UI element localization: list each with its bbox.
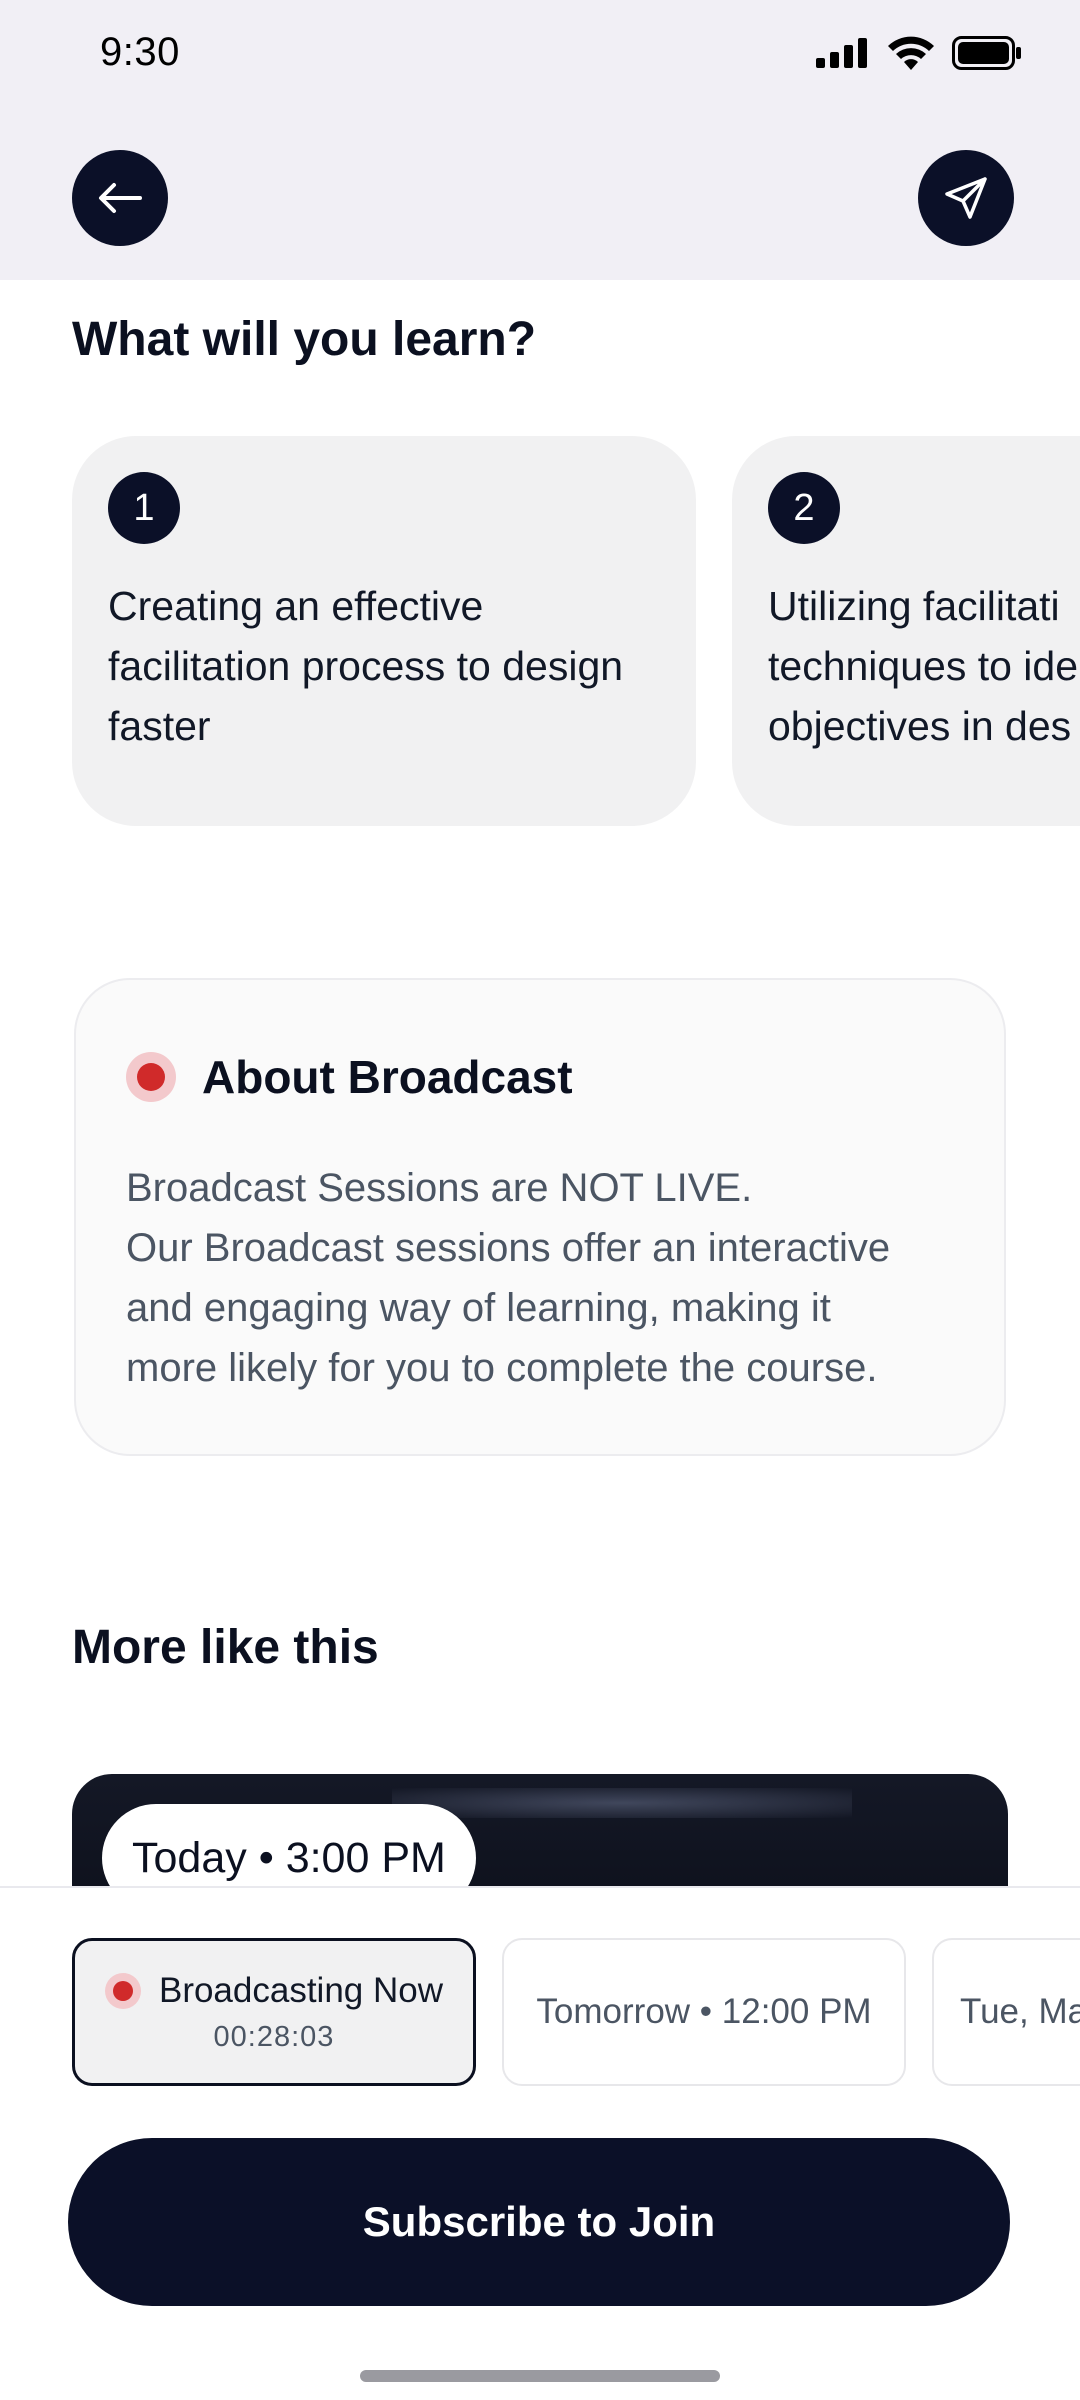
status-time: 9:30 xyxy=(100,30,180,74)
learn-card-line: Utilizing facilitati xyxy=(768,583,1060,629)
arrow-left-icon xyxy=(99,183,142,213)
send-icon xyxy=(945,177,987,219)
top-nav-bar xyxy=(0,110,1080,280)
about-line: and engaging way of learning, making it xyxy=(126,1286,831,1330)
about-line: Broadcast Sessions are NOT LIVE. xyxy=(126,1166,753,1210)
learn-card-number: 1 xyxy=(108,472,180,544)
live-indicator-icon xyxy=(104,1972,141,2009)
share-button[interactable] xyxy=(918,150,1014,246)
battery-icon xyxy=(952,36,1021,70)
status-icons xyxy=(816,36,1022,70)
learn-card: 2 Utilizing facilitati techniques to ide… xyxy=(732,436,1080,826)
learn-card-line: Creating an effective xyxy=(108,583,484,629)
about-broadcast-title: About Broadcast xyxy=(202,1051,573,1103)
subscribe-button[interactable]: Subscribe to Join xyxy=(68,2138,1010,2306)
learn-card-line: faster xyxy=(108,703,211,749)
schedule-chip-text: Broadcasting Now xyxy=(158,1970,444,2010)
home-indicator xyxy=(360,2370,720,2382)
wifi-icon xyxy=(888,36,934,70)
schedule-chip-timer: 00:28:03 xyxy=(213,2020,335,2053)
more-section-title: More like this xyxy=(72,1621,379,1674)
learn-section-title: What will you learn? xyxy=(72,313,537,366)
card-background-glow xyxy=(392,1788,852,1818)
schedule-chip-label: Broadcasting Now xyxy=(104,1970,444,2011)
learn-carousel[interactable]: 1 Creating an effective facilitation pro… xyxy=(72,436,1080,826)
about-broadcast-header: About Broadcast xyxy=(126,1050,573,1104)
schedule-selector[interactable]: Broadcasting Now 00:28:03 Tomorrow • 12:… xyxy=(72,1938,1080,2088)
schedule-chip-label: Tue, Ma xyxy=(960,1992,1080,2031)
about-broadcast-card: About Broadcast Broadcast Sessions are N… xyxy=(74,978,1006,1456)
schedule-chip-live[interactable]: Broadcasting Now 00:28:03 xyxy=(72,1938,476,2086)
live-indicator-icon xyxy=(126,1052,176,1102)
back-button[interactable] xyxy=(72,150,168,246)
learn-card-text: Creating an effective facilitation proce… xyxy=(108,576,660,756)
about-line: Our Broadcast sessions offer an interact… xyxy=(126,1226,891,1270)
schedule-chip-label: Tomorrow • 12:00 PM xyxy=(536,1992,872,2031)
about-line: more likely for you to complete the cour… xyxy=(126,1346,878,1390)
learn-card-line: objectives in des xyxy=(768,703,1072,749)
about-broadcast-description: Broadcast Sessions are NOT LIVE. Our Bro… xyxy=(126,1158,966,1398)
status-bar: 9:30 xyxy=(0,0,1080,110)
learn-card-text: Utilizing facilitati techniques to ide o… xyxy=(768,576,1080,756)
learn-card-line: facilitation process to design xyxy=(108,643,624,689)
bottom-action-sheet: Broadcasting Now 00:28:03 Tomorrow • 12:… xyxy=(0,1886,1080,2400)
learn-card-number: 2 xyxy=(768,472,840,544)
schedule-chip[interactable]: Tomorrow • 12:00 PM xyxy=(502,1938,906,2086)
schedule-chip[interactable]: Tue, Ma xyxy=(932,1938,1080,2086)
learn-card: 1 Creating an effective facilitation pro… xyxy=(72,436,696,826)
cellular-signal-icon xyxy=(816,38,867,68)
learn-card-line: techniques to ide xyxy=(768,643,1079,689)
